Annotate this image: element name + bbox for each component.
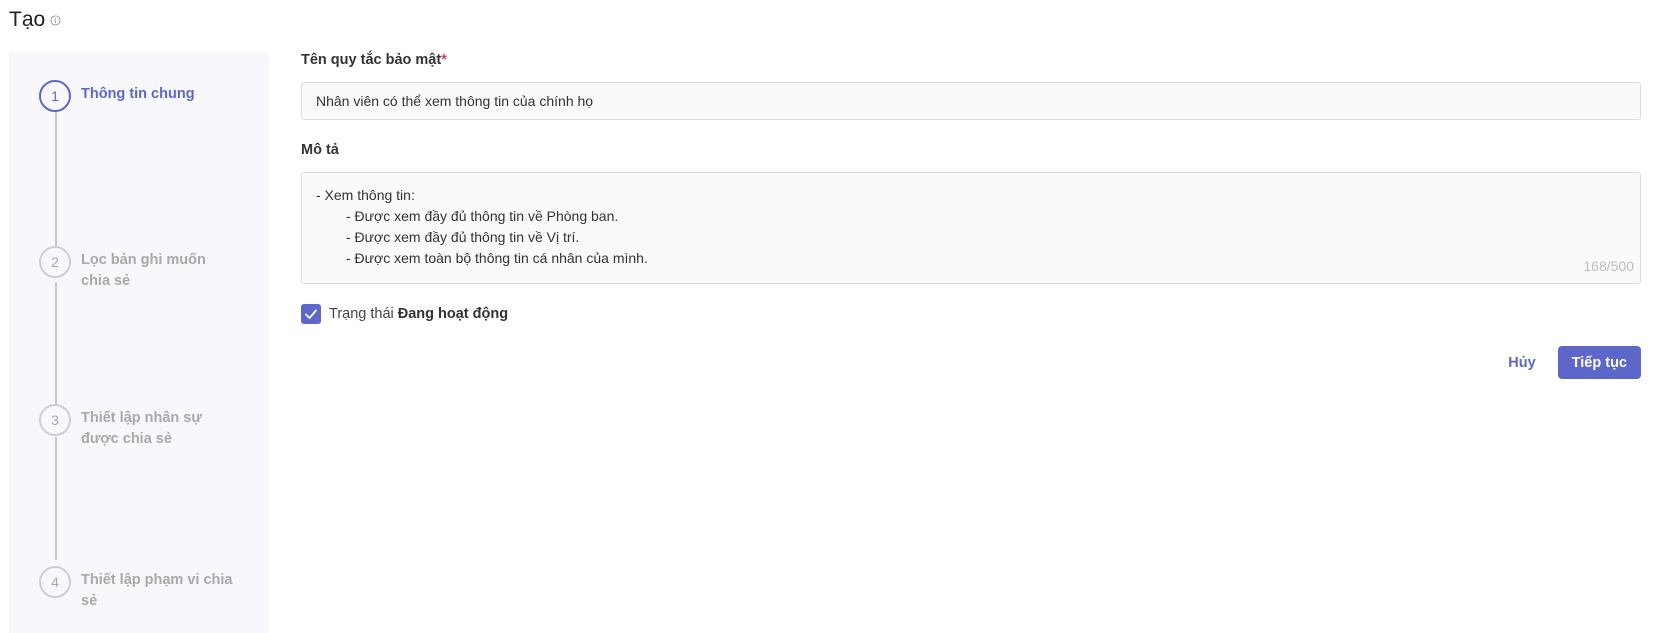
status-value: Đang hoạt động <box>397 306 509 322</box>
step-shared-personnel[interactable]: 3 Thiết lập nhân sự được chia sẻ <box>39 404 236 450</box>
step-connector <box>54 437 57 560</box>
description-line: - Được xem đầy đủ thông tin về Phòng ban… <box>346 208 619 224</box>
description-line: - Được xem toàn bộ thông tin cá nhân của… <box>346 250 648 266</box>
info-icon[interactable] <box>50 14 61 26</box>
description-line: - Được xem đầy đủ thông tin về Vị trí. <box>346 229 580 245</box>
step-connector <box>54 282 57 405</box>
stepper-panel: 1 Thông tin chung 2 Lọc bản ghi muốn chi… <box>9 52 269 633</box>
status-checkbox[interactable] <box>301 304 321 324</box>
required-mark: * <box>441 52 447 68</box>
step-number: 4 <box>39 566 71 598</box>
rule-name-input[interactable]: Nhân viên có thể xem thông tin của chính… <box>301 82 1641 120</box>
form-actions: Hủy Tiếp tục <box>301 346 1641 379</box>
status-row: Trạng thái Đang hoạt động <box>301 304 1641 324</box>
step-label: Thiết lập phạm vi chia sẻ <box>81 572 233 609</box>
step-label: Thông tin chung <box>81 86 195 102</box>
general-info-form: Tên quy tắc bảo mật* Nhân viên có thể xe… <box>301 52 1641 379</box>
description-textarea[interactable]: - Xem thông tin: - Được xem đầy đủ thông… <box>301 172 1641 284</box>
step-filter-records[interactable]: 2 Lọc bản ghi muốn chia sẻ <box>39 246 236 292</box>
step-label: Thiết lập nhân sự được chia sẻ <box>81 410 202 447</box>
step-general-info[interactable]: 1 Thông tin chung <box>39 80 236 112</box>
step-number: 3 <box>39 404 71 436</box>
char-counter: 168/500 <box>1583 258 1634 274</box>
step-share-scope[interactable]: 4 Thiết lập phạm vi chia sẻ <box>39 566 236 612</box>
status-label: Trạng thái Đang hoạt động <box>329 306 509 322</box>
continue-button[interactable]: Tiếp tục <box>1557 346 1641 379</box>
step-number: 1 <box>39 80 71 112</box>
step-number: 2 <box>39 246 71 278</box>
checkmark-icon <box>305 309 317 319</box>
description-label: Mô tả <box>301 142 339 158</box>
description-line: - Xem thông tin: <box>316 187 415 203</box>
step-connector <box>54 110 57 250</box>
cancel-button[interactable]: Hủy <box>1504 349 1539 377</box>
rule-name-label: Tên quy tắc bảo mật* <box>301 52 447 68</box>
page-title: Tạo <box>9 8 46 31</box>
page-header: Tạo <box>9 8 61 32</box>
step-label: Lọc bản ghi muốn chia sẻ <box>81 252 206 289</box>
